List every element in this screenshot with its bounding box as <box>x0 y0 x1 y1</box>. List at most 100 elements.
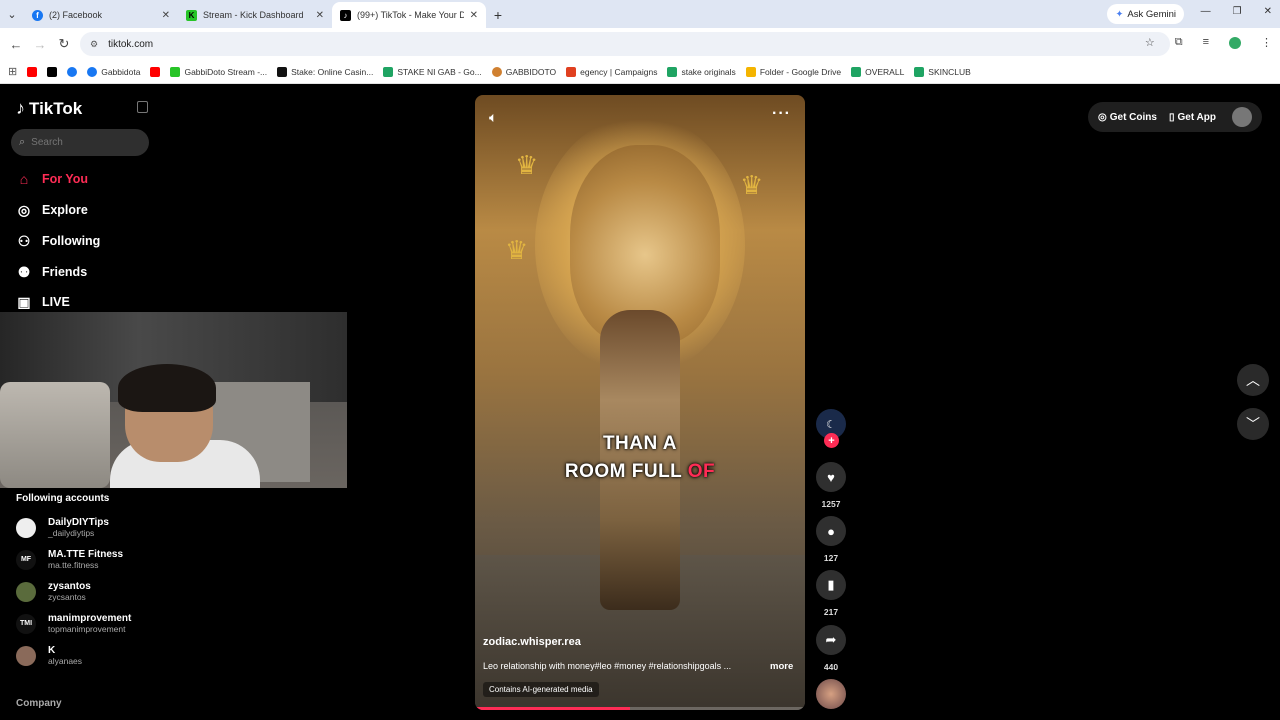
more-options-icon[interactable]: ··· <box>772 105 791 123</box>
url-field[interactable]: ⚙ tiktok.com <box>80 32 1170 56</box>
nav-friends[interactable]: ⚉ Friends <box>16 264 87 280</box>
bookmark-gabbidoto[interactable]: GABBIDOTO <box>491 66 557 77</box>
get-app-button[interactable]: ▯ Get App <box>1169 112 1216 123</box>
volume-icon[interactable]: 🔈︎ <box>489 109 497 126</box>
account-item[interactable]: MF MA.TTE Fitness ma.tte.fitness <box>16 549 123 570</box>
tab-facebook[interactable]: f (2) Facebook ✕ <box>24 2 178 28</box>
youtube-icon <box>150 66 161 77</box>
more-button[interactable]: more <box>770 661 793 672</box>
nav-for-you[interactable]: ⌂ For You <box>16 171 88 187</box>
bookmark-overall[interactable]: OVERALL <box>851 66 905 77</box>
bookmark-stake-casino[interactable]: Stake: Online Casin... <box>277 66 373 77</box>
video-caption-line-1: THAN A <box>602 433 678 454</box>
bookmark-icon: ▮ <box>827 577 835 592</box>
bookmark-label: OVERALL <box>865 66 905 77</box>
chrome-menu-icon[interactable]: ⋮ <box>1261 36 1272 49</box>
bookmark-youtube[interactable] <box>27 66 38 77</box>
tiktok-icon: ♪ <box>340 9 351 21</box>
video-username[interactable]: zodiac.whisper.rea <box>483 636 581 648</box>
extensions-icon[interactable]: ⧉ <box>1175 36 1183 49</box>
account-item[interactable]: zysantos zycsantos <box>16 581 91 602</box>
bookmark-facebook[interactable] <box>67 66 78 77</box>
avatar: TMI <box>16 613 36 634</box>
apps-grid-icon[interactable]: ⊞ <box>8 65 17 78</box>
webcam-overlay <box>0 312 347 488</box>
avatar <box>16 517 36 538</box>
share-count: 440 <box>823 662 839 672</box>
bookmark-star-icon[interactable]: ☆ <box>1145 36 1155 49</box>
back-icon[interactable]: ← <box>4 37 28 52</box>
compass-icon: ◎ <box>17 201 31 218</box>
nav-following[interactable]: ⚇ Following <box>16 233 101 249</box>
company-link[interactable]: Company <box>16 698 62 709</box>
save-button[interactable]: ▮ <box>816 570 846 600</box>
bookmark-egency[interactable]: egency | Campaigns <box>566 66 657 77</box>
music-disc-icon[interactable] <box>816 679 846 709</box>
tab-search-icon[interactable]: ⌄ <box>0 0 24 28</box>
account-item[interactable]: TMI manimprovement topmanimprovement <box>16 613 131 634</box>
close-tab-icon[interactable]: ✕ <box>162 10 170 21</box>
bookmark-gabbidota[interactable]: Gabbidota <box>87 66 140 77</box>
tab-tiktok[interactable]: ♪ (99+) TikTok - Make Your Day ✕ <box>332 2 486 28</box>
comment-count: 127 <box>823 553 839 563</box>
close-window-icon[interactable]: ✕ <box>1264 6 1272 17</box>
account-name: zysantos <box>48 581 91 592</box>
get-coins-button[interactable]: ◎ Get Coins <box>1098 112 1157 123</box>
bookmark-google-drive[interactable]: Folder - Google Drive <box>745 66 841 77</box>
caption-text: ROOM FULL <box>564 461 682 482</box>
facebook-icon: f <box>32 9 43 21</box>
sheets-icon <box>914 66 925 77</box>
reload-icon[interactable]: ↻ <box>52 36 76 52</box>
search-box[interactable]: ⌕ <box>11 129 149 156</box>
nav-label: Explore <box>42 203 88 217</box>
bookmark-skinclub[interactable]: SKINCLUB <box>914 66 971 77</box>
collapse-sidebar-icon[interactable] <box>137 101 148 113</box>
tiktok-logo[interactable]: ♪ TikTok <box>16 98 82 119</box>
video-player[interactable]: ♛ ♛ ♛ 🔈︎ ··· THAN A ROOM FULL OF zodiac.… <box>475 95 805 710</box>
user-avatar[interactable] <box>1232 107 1252 127</box>
bookmark-stake-originals[interactable]: stake originals <box>667 66 736 77</box>
bookmark-youtube-2[interactable] <box>150 66 161 77</box>
video-caption-line-2: ROOM FULL OF <box>475 461 805 483</box>
bookmark-gabbidoto-stream[interactable]: GabbiDoto Stream -... <box>170 66 267 77</box>
nav-live[interactable]: ▣ LIVE <box>16 294 69 310</box>
bookmark-stake-ni-gab[interactable]: STAKE NI GAB - Go... <box>383 66 482 77</box>
search-input[interactable] <box>31 137 132 148</box>
comment-button[interactable]: ● <box>816 516 846 546</box>
restore-icon[interactable]: ❐ <box>1233 6 1242 17</box>
logo-text: TikTok <box>29 98 83 118</box>
video-progress-bar[interactable] <box>475 707 805 710</box>
new-tab-button[interactable]: + <box>486 2 510 28</box>
profile-avatar-icon[interactable] <box>1229 37 1241 49</box>
account-handle: _dailydiytips <box>48 528 95 538</box>
chevron-down-icon: ﹀ <box>1246 416 1260 432</box>
get-coins-label: Get Coins <box>1109 111 1157 123</box>
media-controls-icon[interactable]: ≡ <box>1203 36 1209 49</box>
minimize-icon[interactable]: — <box>1201 6 1211 17</box>
close-tab-icon[interactable]: ✕ <box>316 10 324 21</box>
follow-plus-icon[interactable]: + <box>824 433 839 448</box>
like-button[interactable]: ♥ <box>816 462 846 492</box>
ai-generated-label: Contains AI-generated media <box>483 682 599 697</box>
account-item[interactable]: Kalyanaes <box>16 645 82 666</box>
forward-icon[interactable]: → <box>28 37 52 52</box>
ask-gemini-button[interactable]: ✦ Ask Gemini <box>1107 4 1184 24</box>
site-info-icon[interactable]: ⚙ <box>90 39 98 50</box>
previous-video-button[interactable]: ︿ <box>1237 364 1269 396</box>
like-count: 1257 <box>821 499 841 509</box>
bookmarks-bar: ⊞ Gabbidota GabbiDoto Stream -... Stake:… <box>0 60 1280 84</box>
next-video-button[interactable]: ﹀ <box>1237 408 1269 440</box>
close-tab-icon[interactable]: ✕ <box>470 10 478 21</box>
account-name: DailyDIYTips <box>48 517 109 528</box>
heart-icon: ♥ <box>827 469 835 485</box>
bookmark-x[interactable] <box>47 66 58 77</box>
account-item[interactable]: DailyDIYTips _dailydiytips <box>16 517 109 538</box>
tab-kick-dashboard[interactable]: K Stream - Kick Dashboard ✕ <box>178 2 332 28</box>
tiktok-note-icon: ♪ <box>16 98 25 118</box>
coin-icon: ◎ <box>1098 111 1107 123</box>
nav-explore[interactable]: ◎ Explore <box>16 202 88 218</box>
share-button[interactable]: ➦ <box>816 625 846 655</box>
bookmark-label: stake originals <box>681 66 736 77</box>
sheets-icon <box>383 66 394 77</box>
bookmark-label: GABBIDOTO <box>505 66 557 77</box>
